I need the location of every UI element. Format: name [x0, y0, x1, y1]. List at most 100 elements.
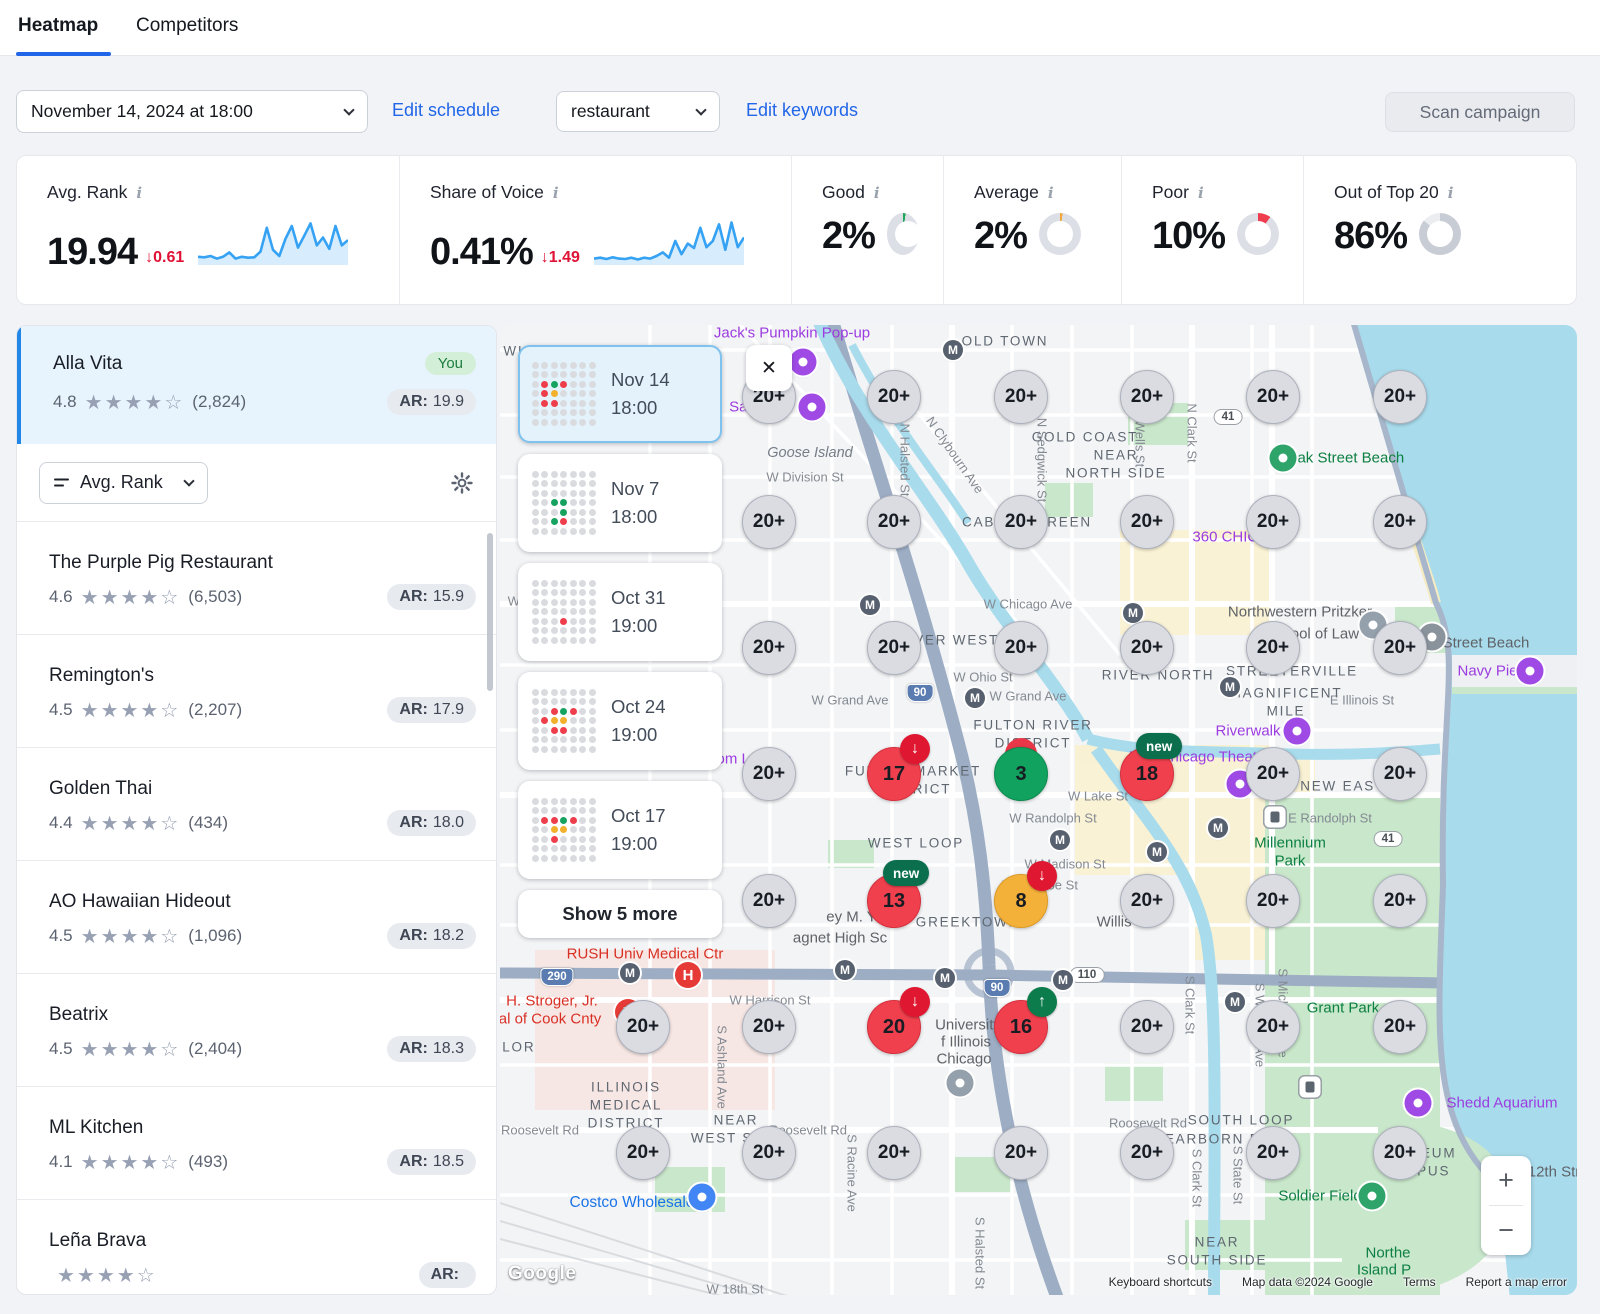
list-item[interactable]: Leña Brava★★★★☆AR:: [17, 1200, 496, 1295]
map-pin[interactable]: 20+: [742, 1126, 796, 1180]
minimap-dot: [579, 419, 586, 426]
edit-schedule-link[interactable]: Edit schedule: [392, 100, 500, 121]
map-pin[interactable]: 20+: [1246, 747, 1300, 801]
map-pin[interactable]: 20+: [994, 621, 1048, 675]
minimap-dot: [589, 708, 596, 715]
sort-select[interactable]: Avg. Rank: [39, 462, 208, 504]
scan-campaign-button[interactable]: Scan campaign: [1385, 92, 1575, 132]
minimap-dot: [541, 746, 548, 753]
list-item[interactable]: Remington's4.5★★★★☆(2,207)AR:17.9: [17, 635, 496, 748]
scan-history-item[interactable]: Oct 1719:00: [518, 781, 722, 879]
map-label: Northe: [1365, 1245, 1410, 1262]
map-pin[interactable]: 20+: [1373, 1126, 1427, 1180]
edit-keywords-link[interactable]: Edit keywords: [746, 100, 858, 121]
map-pin[interactable]: 20+: [1373, 1000, 1427, 1054]
minimap-dot: [570, 807, 577, 814]
map-pin[interactable]: 20+: [1246, 621, 1300, 675]
terms-link[interactable]: Terms: [1403, 1275, 1436, 1289]
list-item[interactable]: Golden Thai4.4★★★★☆(434)AR:18.0: [17, 748, 496, 861]
info-icon[interactable]: i: [553, 184, 559, 202]
map-pin[interactable]: 20+: [616, 1126, 670, 1180]
keyboard-shortcuts-link[interactable]: Keyboard shortcuts: [1109, 1275, 1212, 1289]
list-item[interactable]: Beatrix4.5★★★★☆(2,404)AR:18.3: [17, 974, 496, 1087]
rating-value: 4.1: [49, 1152, 73, 1172]
tab-competitors[interactable]: Competitors: [136, 15, 238, 37]
date-select[interactable]: November 14, 2024 at 18:00: [16, 90, 368, 133]
list-item[interactable]: The Purple Pig Restaurant4.6★★★★☆(6,503)…: [17, 522, 496, 635]
gear-icon[interactable]: [450, 471, 474, 495]
minimap-dot: [589, 390, 596, 397]
minimap-dot: [551, 599, 558, 606]
info-icon[interactable]: i: [1198, 184, 1204, 202]
map-pin[interactable]: 20+: [867, 370, 921, 424]
scan-history-item[interactable]: Oct 2419:00: [518, 672, 722, 770]
map-pin[interactable]: 20+: [1246, 874, 1300, 928]
zoom-in-button[interactable]: +: [1481, 1156, 1531, 1205]
minimap-dot: [579, 627, 586, 634]
keyword-select[interactable]: restaurant: [556, 91, 720, 132]
map-label: OLD TOWN: [962, 334, 1049, 349]
map-pin[interactable]: 20+: [1246, 1126, 1300, 1180]
close-icon[interactable]: ✕: [746, 345, 792, 391]
map-pin[interactable]: 20+: [616, 1000, 670, 1054]
your-business-card[interactable]: Alla Vita You 4.8 ★★★★☆ (2,824) AR:19.9: [17, 326, 496, 444]
map-pin[interactable]: 20+: [1246, 1000, 1300, 1054]
map-pin[interactable]: 20+: [1120, 874, 1174, 928]
map-pin[interactable]: 20+: [1120, 1000, 1174, 1054]
stat-average: Averagei2%: [943, 156, 1121, 304]
map-pin[interactable]: 20+: [1120, 370, 1174, 424]
scan-date: Nov 7: [611, 475, 659, 503]
map-pin-rank[interactable]: 13new: [867, 874, 921, 928]
minimap-dot: [541, 480, 548, 487]
map-pin-rank[interactable]: 20↓: [867, 1000, 921, 1054]
sidebar-scrollbar[interactable]: [487, 533, 493, 691]
map-pin[interactable]: 20+: [742, 874, 796, 928]
map-pin[interactable]: 20+: [1373, 621, 1427, 675]
map-pin-rank[interactable]: 16↑: [994, 1000, 1048, 1054]
map-pin[interactable]: 20+: [742, 747, 796, 801]
minimap-dot: [589, 499, 596, 506]
report-map-error-link[interactable]: Report a map error: [1466, 1275, 1567, 1289]
zoom-out-button[interactable]: −: [1481, 1206, 1531, 1255]
map-pin[interactable]: 20+: [1373, 874, 1427, 928]
pin-circle: 20+: [742, 621, 796, 675]
map-pin[interactable]: 20+: [742, 621, 796, 675]
map-pin-rank[interactable]: 8↓: [994, 874, 1048, 928]
map-pin[interactable]: 20+: [1373, 370, 1427, 424]
map-pin[interactable]: 20+: [867, 1126, 921, 1180]
show-more-button[interactable]: Show 5 more: [518, 890, 722, 938]
info-icon[interactable]: i: [1448, 184, 1454, 202]
map-pin[interactable]: 20+: [742, 495, 796, 549]
map-pin[interactable]: 20+: [994, 370, 1048, 424]
minimap-dot: [570, 717, 577, 724]
minimap-dot: [532, 409, 539, 416]
map-pin[interactable]: 20+: [1120, 621, 1174, 675]
map-pin[interactable]: 20+: [1120, 495, 1174, 549]
map-pin[interactable]: 20+: [1246, 495, 1300, 549]
info-icon[interactable]: i: [874, 184, 880, 202]
avg-rank-badge: AR:15.9: [387, 584, 476, 610]
map-pin[interactable]: 20+: [1246, 370, 1300, 424]
map-pin[interactable]: 20+: [1373, 747, 1427, 801]
sort-select-value: Avg. Rank: [80, 472, 163, 493]
info-icon[interactable]: i: [136, 184, 142, 202]
map-pin[interactable]: 20+: [1373, 495, 1427, 549]
map-canvas[interactable]: Jack's Pumpkin Pop-upSalWICKER PARKOLD T…: [500, 325, 1577, 1295]
list-item[interactable]: AO Hawaiian Hideout4.5★★★★☆(1,096)AR:18.…: [17, 861, 496, 974]
list-item[interactable]: ML Kitchen4.1★★★★☆(493)AR:18.5: [17, 1087, 496, 1200]
map-pin[interactable]: 20+: [742, 1000, 796, 1054]
map-pin[interactable]: 20+: [867, 621, 921, 675]
map-pin[interactable]: 20+: [994, 495, 1048, 549]
map-pin[interactable]: 20+: [867, 495, 921, 549]
map-pin-rank[interactable]: 3: [994, 747, 1048, 801]
info-icon[interactable]: i: [1048, 184, 1054, 202]
map-pin-rank[interactable]: 18new: [1120, 747, 1174, 801]
map-pin-rank[interactable]: 17↓: [867, 747, 921, 801]
scan-history-item[interactable]: Nov 1418:00: [518, 345, 722, 443]
tab-heatmap[interactable]: Heatmap: [18, 15, 98, 37]
map-pin[interactable]: 20+: [994, 1126, 1048, 1180]
scan-history-item[interactable]: Oct 3119:00: [518, 563, 722, 661]
scan-date: Oct 17: [611, 802, 666, 830]
map-pin[interactable]: 20+: [1120, 1126, 1174, 1180]
scan-history-item[interactable]: Nov 718:00: [518, 454, 722, 552]
